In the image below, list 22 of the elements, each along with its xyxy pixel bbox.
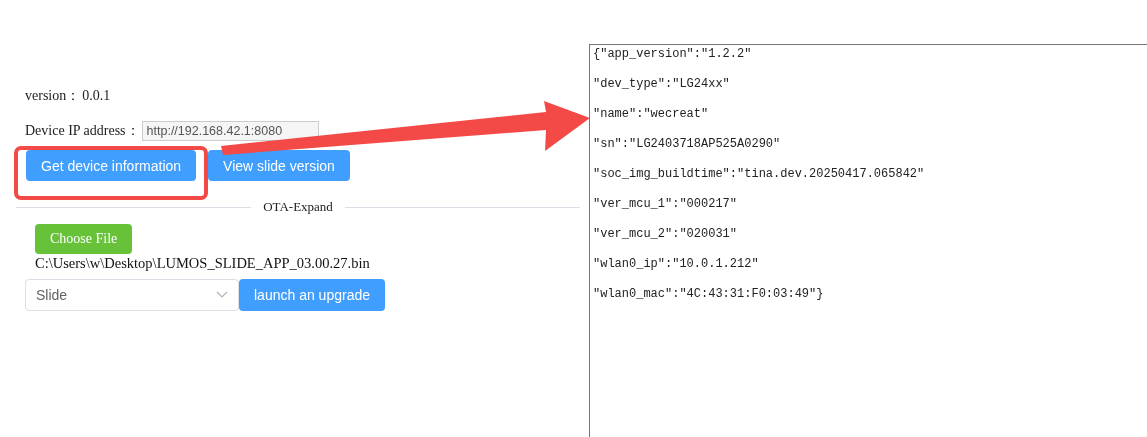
json-line: "ver_mcu_1":"000217" bbox=[593, 197, 739, 213]
version-value: 0.0.1 bbox=[82, 88, 111, 104]
choose-file-button[interactable]: Choose File bbox=[35, 224, 133, 254]
json-line: "soc_img_buildtime":"tina.dev.20250417.065842" bbox=[593, 167, 926, 183]
json-line: {"app_version":"1.2.2" bbox=[593, 47, 753, 63]
json-line: "ver_mcu_2":"020031" bbox=[593, 227, 739, 243]
action-button[interactable]: Get device information bbox=[26, 150, 197, 181]
version-label: version： bbox=[25, 87, 81, 105]
target-select[interactable]: Slide bbox=[25, 279, 239, 311]
section-title: OTA-Expand bbox=[263, 199, 333, 215]
json-line: "wlan0_mac":"4C:43:31:F0:03:49"} bbox=[593, 287, 825, 303]
file-path: C:\Users\w\Desktop\LUMOS_SLIDE_APP_03.00.27.bin bbox=[35, 255, 371, 272]
json-line: "dev_type":"LG24xx" bbox=[593, 77, 731, 93]
json-line: "wlan0_ip":"10.0.1.212" bbox=[593, 257, 760, 273]
output-field[interactable] bbox=[589, 44, 1147, 437]
ip-field[interactable]: http://192.168.42.1:8080 bbox=[141, 121, 319, 141]
chevron-down-icon bbox=[216, 291, 228, 299]
json-line: "name":"wecreat" bbox=[593, 107, 710, 123]
ip-label: Device IP address： bbox=[25, 122, 140, 140]
upgrade-button[interactable]: launch an upgrade bbox=[239, 279, 385, 311]
action-button[interactable]: View slide version bbox=[208, 150, 350, 181]
json-line: "sn":"LG2403718AP525A0290" bbox=[593, 137, 782, 153]
